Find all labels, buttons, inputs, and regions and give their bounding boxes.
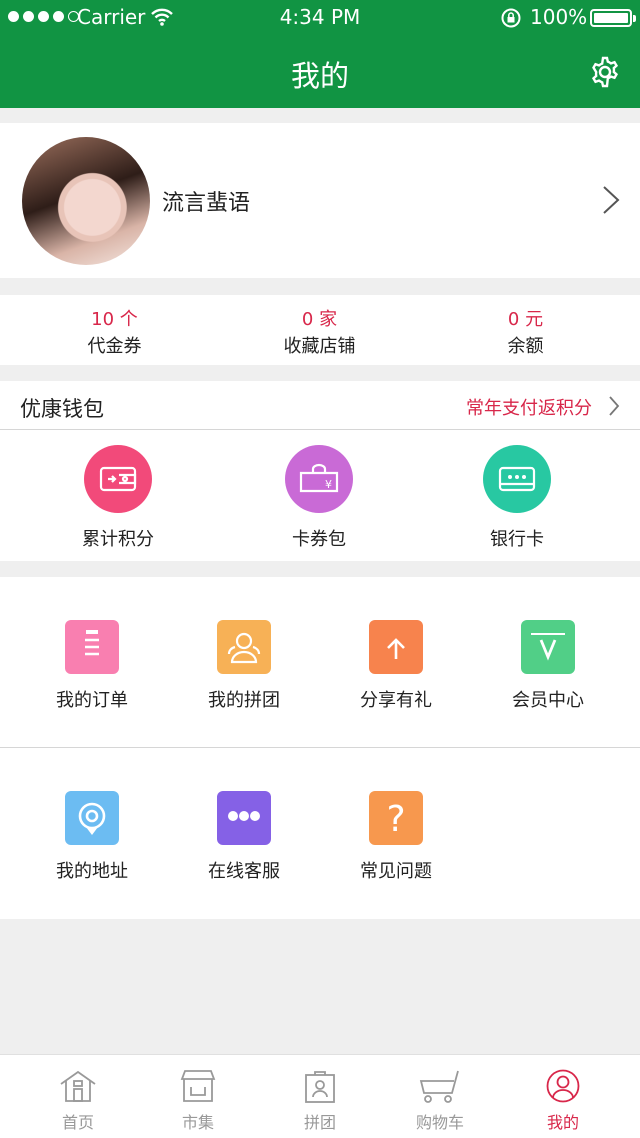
svg-text:?: ?: [386, 799, 405, 838]
stat-balance[interactable]: 0 元 余额: [419, 305, 632, 358]
grid-item-label: 我的地址: [56, 861, 128, 882]
chevron-right-icon[interactable]: [608, 395, 620, 417]
wallet-promo-link[interactable]: 常年支付返积分: [466, 394, 592, 420]
group-bag-icon: [305, 1071, 335, 1103]
tab-cart[interactable]: 购物车: [395, 1069, 485, 1133]
tab-group-buy[interactable]: 拼团: [275, 1069, 365, 1133]
grid-item-label: 我的拼团: [208, 690, 280, 711]
stat-label: 余额: [507, 336, 544, 357]
grid-item-label: 会员中心: [512, 690, 584, 711]
username: 流言蜚语: [162, 191, 251, 216]
wallet-coupons[interactable]: ¥ 卡券包: [249, 445, 389, 551]
tab-label: 拼团: [303, 1113, 336, 1132]
stat-label: 收藏店铺: [283, 336, 356, 357]
wallet-item-label: 银行卡: [490, 529, 544, 550]
tab-label: 首页: [61, 1113, 94, 1132]
coupon-bag-icon: ¥: [285, 445, 353, 513]
tab-market[interactable]: 市集: [153, 1069, 243, 1133]
wallet-item-label: 卡券包: [292, 529, 346, 550]
wallet-points[interactable]: 累计积分: [48, 445, 188, 551]
stat-value: 0 家: [301, 309, 338, 330]
grid-item-faq[interactable]: ? 常见问题: [326, 791, 466, 883]
wallet-section: 优康钱包 常年支付返积分 累计积分 ¥ 卡券包 银行卡: [0, 381, 640, 561]
grid-item-my-address[interactable]: 我的地址: [22, 791, 162, 883]
stat-favorite-shops[interactable]: 0 家 收藏店铺: [213, 305, 426, 358]
profile-card[interactable]: 流言蜚语: [0, 123, 640, 278]
gift-icon: [369, 620, 423, 674]
stat-label: 代金券: [87, 336, 142, 357]
tab-label: 购物车: [415, 1113, 464, 1132]
settings-gear-icon[interactable]: [588, 55, 622, 89]
member-v-icon: [521, 620, 575, 674]
battery-icon: [590, 9, 636, 27]
stats-bar: 10 个 代金券 0 家 收藏店铺 0 元 余额: [0, 295, 640, 365]
profile-icon: [546, 1069, 580, 1103]
group-people-icon: [217, 620, 271, 674]
stat-value: 0 元: [507, 309, 544, 330]
cart-icon: [419, 1070, 459, 1103]
order-list-icon: [65, 620, 119, 674]
wallet-icon: [84, 445, 152, 513]
wallet-item-label: 累计积分: [82, 529, 154, 550]
chevron-right-icon: [603, 186, 620, 214]
divider: [0, 747, 640, 748]
page-title: 我的: [290, 59, 349, 93]
tab-profile[interactable]: 我的: [518, 1069, 608, 1133]
tab-label: 我的: [546, 1113, 579, 1132]
tab-home[interactable]: 首页: [33, 1069, 123, 1133]
avatar[interactable]: [22, 137, 150, 265]
status-bar: Carrier 4:34 PM 100%: [0, 0, 640, 36]
services-grid: 我的订单 我的拼团 分享有礼 会员中心 我的地址 在线客服 ? 常见问题: [0, 577, 640, 919]
bottom-tab-bar: 首页 市集 拼团 购物车 我的: [0, 1054, 640, 1138]
bank-card-icon: [483, 445, 551, 513]
grid-item-online-service[interactable]: 在线客服: [174, 791, 314, 883]
market-icon: [180, 1070, 216, 1102]
wallet-bank-card[interactable]: 银行卡: [447, 445, 587, 551]
grid-item-label: 分享有礼: [360, 690, 432, 711]
grid-item-label: 我的订单: [56, 690, 128, 711]
home-icon: [60, 1070, 96, 1102]
grid-item-member-center[interactable]: 会员中心: [478, 620, 618, 712]
grid-item-my-groups[interactable]: 我的拼团: [174, 620, 314, 712]
app-header: Carrier 4:34 PM 100% 我的: [0, 0, 640, 108]
chat-bubble-icon: [217, 791, 271, 845]
location-pin-icon: [65, 791, 119, 845]
grid-item-my-orders[interactable]: 我的订单: [22, 620, 162, 712]
grid-item-share-gift[interactable]: 分享有礼: [326, 620, 466, 712]
divider: [0, 429, 640, 430]
rotation-lock-icon: [501, 8, 521, 28]
grid-item-label: 常见问题: [360, 861, 432, 882]
svg-text:¥: ¥: [325, 478, 332, 491]
battery-percent: 100%: [530, 5, 588, 29]
wallet-title: 优康钱包: [20, 397, 104, 421]
question-icon: ?: [369, 791, 423, 845]
tab-label: 市集: [181, 1113, 214, 1132]
stat-vouchers[interactable]: 10 个 代金券: [8, 305, 221, 358]
stat-value: 10 个: [91, 309, 138, 330]
grid-item-label: 在线客服: [208, 861, 280, 882]
